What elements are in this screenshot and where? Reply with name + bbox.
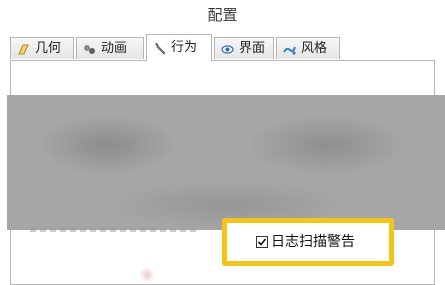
redacted-region (7, 95, 445, 230)
style-icon (283, 46, 296, 55)
config-dialog: 配置 几何 动画 行为 界面 风格 日志扫描警告 (0, 0, 445, 285)
tab-interface-label: 界面 (239, 41, 266, 56)
wrench-icon (155, 42, 166, 55)
dialog-title: 配置 (207, 6, 238, 24)
checkbox-box[interactable] (256, 236, 268, 248)
geometry-icon (18, 44, 29, 55)
log-scan-warning-label: 日志扫描警告 (271, 234, 355, 250)
tab-geometry-label: 几何 (35, 41, 62, 56)
animation-icon (84, 45, 95, 54)
tab-bar: 几何 动画 行为 界面 风格 (10, 34, 435, 61)
tab-style[interactable]: 风格 (276, 37, 340, 59)
highlight-box: 日志扫描警告 (222, 218, 394, 266)
tab-behavior[interactable]: 行为 (146, 34, 212, 61)
tab-style-label: 风格 (301, 41, 328, 56)
obscured-option-text (30, 228, 200, 232)
tab-animation-label: 动画 (101, 41, 128, 56)
eye-icon (221, 45, 234, 54)
tab-geometry[interactable]: 几何 (10, 37, 74, 59)
tab-behavior-label: 行为 (171, 40, 198, 55)
checkmark-icon (257, 238, 267, 246)
tab-interface[interactable]: 界面 (214, 37, 274, 59)
tab-animation[interactable]: 动画 (76, 37, 144, 59)
